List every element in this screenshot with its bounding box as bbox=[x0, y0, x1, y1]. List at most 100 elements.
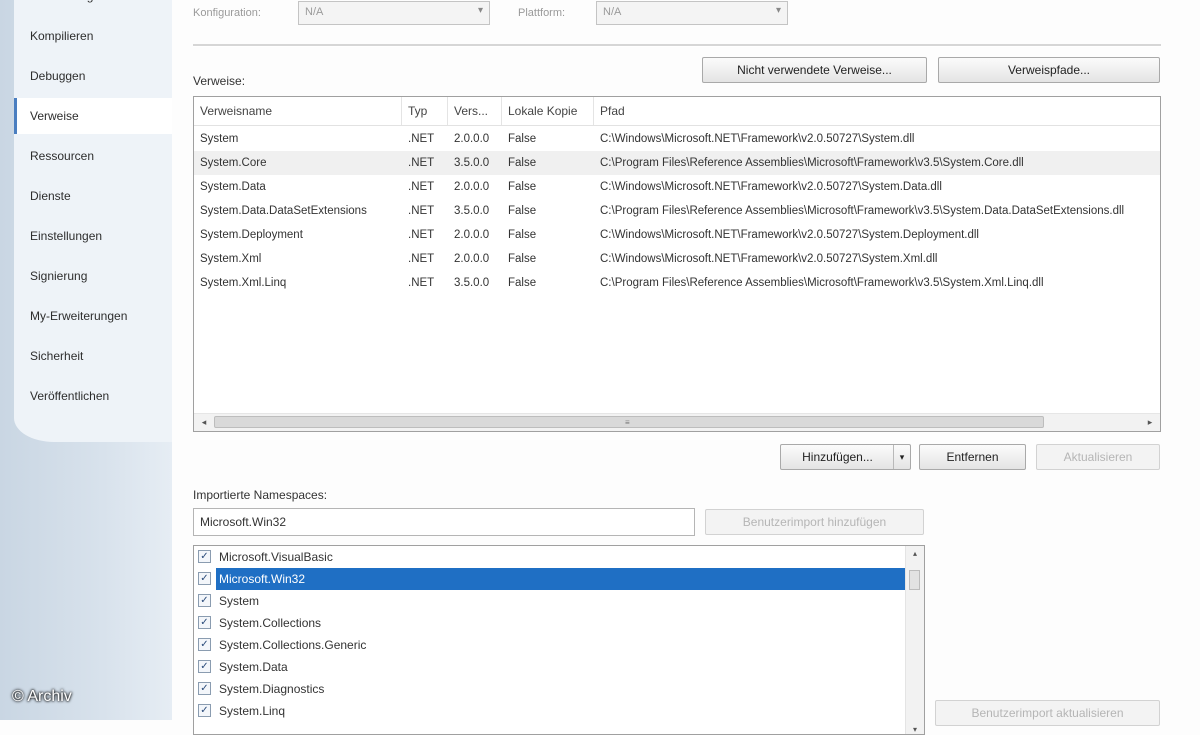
table-row[interactable]: System.Core .NET 3.5.0.0 False C:\Progra… bbox=[194, 151, 1160, 175]
namespaces-list[interactable]: ✓ Microsoft.VisualBasic ✓ Microsoft.Win3… bbox=[193, 545, 925, 735]
namespace-checkbox[interactable]: ✓ bbox=[198, 616, 211, 629]
namespace-checkbox[interactable]: ✓ bbox=[198, 704, 211, 717]
copyright-watermark: © Archiv bbox=[12, 688, 72, 705]
vertical-scrollbar[interactable]: ▴ ▾ bbox=[905, 546, 924, 734]
namespace-checkbox[interactable]: ✓ bbox=[198, 572, 211, 585]
sidebar-item-debuggen[interactable]: Debuggen bbox=[14, 58, 172, 94]
horizontal-scroll-thumb[interactable]: ≡ bbox=[214, 416, 1044, 428]
namespace-checkbox[interactable]: ✓ bbox=[198, 550, 211, 563]
namespace-label: System.Data bbox=[219, 660, 288, 674]
namespace-checkbox[interactable]: ✓ bbox=[198, 638, 211, 651]
list-item[interactable]: ✓ System.Collections.Generic bbox=[194, 634, 906, 656]
separator bbox=[193, 44, 1161, 47]
reference-name: System.Deployment bbox=[200, 229, 303, 241]
scroll-left-icon[interactable]: ◂ bbox=[196, 414, 212, 431]
grip-icon: ≡ bbox=[625, 418, 630, 427]
reference-name: System.Xml.Linq bbox=[200, 277, 287, 289]
reference-path: C:\Windows\Microsoft.NET\Framework\v2.0.… bbox=[600, 133, 915, 145]
unused-references-button[interactable]: Nicht verwendete Verweise... bbox=[702, 57, 927, 83]
sidebar-item-verweise[interactable]: Verweise bbox=[14, 98, 172, 134]
reference-local-copy: False bbox=[508, 157, 537, 169]
reference-version: 2.0.0.0 bbox=[454, 181, 490, 193]
table-row[interactable]: System.Xml.Linq .NET 3.5.0.0 False C:\Pr… bbox=[194, 271, 1160, 295]
namespace-label: Microsoft.Win32 bbox=[216, 568, 906, 590]
reference-local-copy: False bbox=[508, 133, 537, 145]
column-header-version[interactable]: Vers... bbox=[448, 97, 502, 125]
list-item[interactable]: ✓ Microsoft.VisualBasic bbox=[194, 546, 906, 568]
namespace-label: Microsoft.VisualBasic bbox=[219, 550, 333, 564]
reference-type: .NET bbox=[408, 253, 435, 265]
chevron-down-icon: ▾ bbox=[477, 5, 483, 16]
list-item[interactable]: ✓ System.Linq bbox=[194, 700, 906, 722]
reference-version: 2.0.0.0 bbox=[454, 229, 490, 241]
reference-version: 2.0.0.0 bbox=[454, 133, 490, 145]
reference-type: .NET bbox=[408, 133, 435, 145]
horizontal-scrollbar[interactable]: ◂ ≡ ▸ bbox=[194, 413, 1160, 431]
add-user-import-button[interactable]: Benutzerimport hinzufügen bbox=[705, 509, 924, 535]
sidebar-item-veroeffentlichen[interactable]: Veröffentlichen bbox=[14, 378, 172, 414]
sidebar-item-ressourcen[interactable]: Ressourcen bbox=[14, 138, 172, 174]
reference-type: .NET bbox=[408, 277, 435, 289]
vertical-scroll-thumb[interactable] bbox=[909, 570, 920, 590]
sidebar-item-einstellungen[interactable]: Einstellungen bbox=[14, 218, 172, 254]
reference-type: .NET bbox=[408, 181, 435, 193]
table-row[interactable]: System .NET 2.0.0.0 False C:\Windows\Mic… bbox=[194, 127, 1160, 151]
scroll-right-icon[interactable]: ▸ bbox=[1142, 414, 1158, 431]
references-list[interactable]: Verweisname Typ Vers... Lokale Kopie Pfa… bbox=[193, 96, 1161, 432]
reference-path: C:\Windows\Microsoft.NET\Framework\v2.0.… bbox=[600, 181, 942, 193]
chevron-down-icon[interactable]: ▾ bbox=[893, 445, 910, 469]
add-reference-label: Hinzufügen... bbox=[802, 450, 873, 464]
reference-name: System.Core bbox=[200, 157, 267, 169]
sidebar-item-my-erweiterungen[interactable]: My-Erweiterungen bbox=[14, 298, 172, 334]
list-item[interactable]: ✓ System.Collections bbox=[194, 612, 906, 634]
reference-path: C:\Program Files\Reference Assemblies\Mi… bbox=[600, 157, 1024, 169]
column-header-name[interactable]: Verweisname bbox=[194, 97, 402, 125]
reference-path: C:\Windows\Microsoft.NET\Framework\v2.0.… bbox=[600, 229, 979, 241]
update-user-import-button[interactable]: Benutzerimport aktualisieren bbox=[935, 700, 1160, 726]
configuration-dropdown[interactable]: N/A ▾ bbox=[298, 1, 490, 25]
configuration-value: N/A bbox=[305, 6, 324, 18]
references-list-header: Verweisname Typ Vers... Lokale Kopie Pfa… bbox=[194, 97, 1160, 126]
list-item[interactable]: ✓ System.Diagnostics bbox=[194, 678, 906, 700]
namespace-label: System.Collections.Generic bbox=[219, 638, 367, 652]
sidebar-item-anwendung[interactable]: Anwendung bbox=[14, 0, 172, 14]
namespace-label: System bbox=[219, 594, 260, 608]
sidebar: Anwendung Kompilieren Debuggen Verweise … bbox=[0, 0, 172, 720]
table-row[interactable]: System.Xml .NET 2.0.0.0 False C:\Windows… bbox=[194, 247, 1160, 271]
reference-local-copy: False bbox=[508, 229, 537, 241]
namespace-checkbox[interactable]: ✓ bbox=[198, 682, 211, 695]
sidebar-item-signierung[interactable]: Signierung bbox=[14, 258, 172, 294]
sidebar-item-sicherheit[interactable]: Sicherheit bbox=[14, 338, 172, 374]
table-row[interactable]: System.Data .NET 2.0.0.0 False C:\Window… bbox=[194, 175, 1160, 199]
namespace-input[interactable] bbox=[193, 508, 695, 536]
sidebar-item-dienste[interactable]: Dienste bbox=[14, 178, 172, 214]
namespace-checkbox[interactable]: ✓ bbox=[198, 660, 211, 673]
reference-path: C:\Program Files\Reference Assemblies\Mi… bbox=[600, 277, 1044, 289]
reference-version: 3.5.0.0 bbox=[454, 205, 490, 217]
table-row[interactable]: System.Data.DataSetExtensions .NET 3.5.0… bbox=[194, 199, 1160, 223]
remove-reference-button[interactable]: Entfernen bbox=[919, 444, 1026, 470]
update-reference-button[interactable]: Aktualisieren bbox=[1036, 444, 1160, 470]
list-item[interactable]: ✓ Microsoft.Win32 bbox=[194, 568, 906, 590]
table-row[interactable]: System.Deployment .NET 2.0.0.0 False C:\… bbox=[194, 223, 1160, 247]
reference-local-copy: False bbox=[508, 253, 537, 265]
reference-version: 3.5.0.0 bbox=[454, 277, 490, 289]
column-header-local-copy[interactable]: Lokale Kopie bbox=[502, 97, 594, 125]
list-item[interactable]: ✓ System.Data bbox=[194, 656, 906, 678]
platform-label: Plattform: bbox=[518, 7, 566, 19]
reference-path: C:\Windows\Microsoft.NET\Framework\v2.0.… bbox=[600, 253, 938, 265]
reference-name: System.Data.DataSetExtensions bbox=[200, 205, 367, 217]
reference-name: System bbox=[200, 133, 239, 145]
reference-paths-button[interactable]: Verweispfade... bbox=[938, 57, 1160, 83]
sidebar-item-kompilieren[interactable]: Kompilieren bbox=[14, 18, 172, 54]
platform-dropdown[interactable]: N/A ▾ bbox=[596, 1, 788, 25]
column-header-path[interactable]: Pfad bbox=[594, 97, 1160, 125]
add-reference-button[interactable]: Hinzufügen... ▾ bbox=[780, 444, 911, 470]
scroll-up-icon[interactable]: ▴ bbox=[906, 549, 924, 558]
configuration-label: Konfiguration: bbox=[193, 7, 261, 19]
column-header-type[interactable]: Typ bbox=[402, 97, 448, 125]
list-item[interactable]: ✓ System bbox=[194, 590, 906, 612]
namespace-checkbox[interactable]: ✓ bbox=[198, 594, 211, 607]
scroll-down-icon[interactable]: ▾ bbox=[906, 725, 924, 734]
references-label: Verweise: bbox=[193, 74, 246, 88]
